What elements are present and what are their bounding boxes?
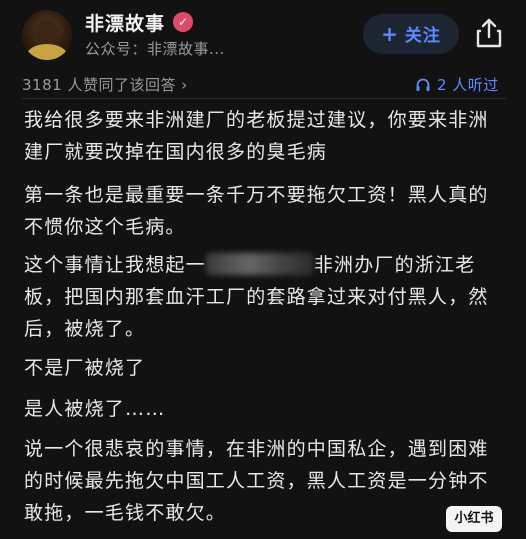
paragraph-4: 不是厂被烧了 (24, 357, 146, 379)
verified-badge-icon: ✓ (173, 12, 193, 32)
paragraph-5: 是人被烧了…… (24, 398, 166, 420)
xiaohongshu-watermark: 小红书 (446, 506, 502, 532)
author-header: 非漂故事 ✓ 公众号：非漂故事... + 关注 (0, 0, 526, 70)
paragraph-3: 这个事情让我想起一 非洲办厂的浙江老板，把国内那套血汗工厂的套路拿过来对付黑人，然… (24, 249, 504, 345)
paragraph-6: 说一个很悲哀的事情，在非洲的中国私企，遇到困难的时候最先拖欠中国工人工资，黑人工… (24, 438, 489, 524)
share-icon[interactable] (474, 17, 504, 49)
divider (22, 98, 506, 99)
author-subtitle: 公众号：非漂故事... (85, 40, 225, 58)
headphones-icon (416, 78, 430, 91)
likes-count[interactable]: 3181 人赞同了该回答 › (22, 74, 188, 95)
author-avatar[interactable] (22, 10, 72, 60)
plus-icon: + (381, 22, 399, 46)
listen-count[interactable]: 2 人听过 (415, 74, 499, 95)
follow-label: 关注 (404, 26, 441, 46)
author-name[interactable]: 非漂故事 (85, 9, 165, 36)
follow-button[interactable]: + 关注 (363, 14, 459, 54)
paragraph-1: 我给很多要来非洲建厂的老板提过建议，你要来非洲建厂就要改掉在国内很多的臭毛病 (24, 109, 489, 163)
answer-page: 非漂故事 ✓ 公众号：非漂故事... + 关注 3181 人赞同了该回答 › 2 … (0, 0, 526, 539)
paragraph-2: 第一条也是最重要一条千万不要拖欠工资！黑人真的不惯你这个毛病。 (24, 184, 489, 238)
redacted-blur (205, 253, 314, 275)
listen-label: 2 人听过 (437, 76, 499, 94)
paragraph-3-start: 这个事情让我想起一 (24, 254, 206, 276)
